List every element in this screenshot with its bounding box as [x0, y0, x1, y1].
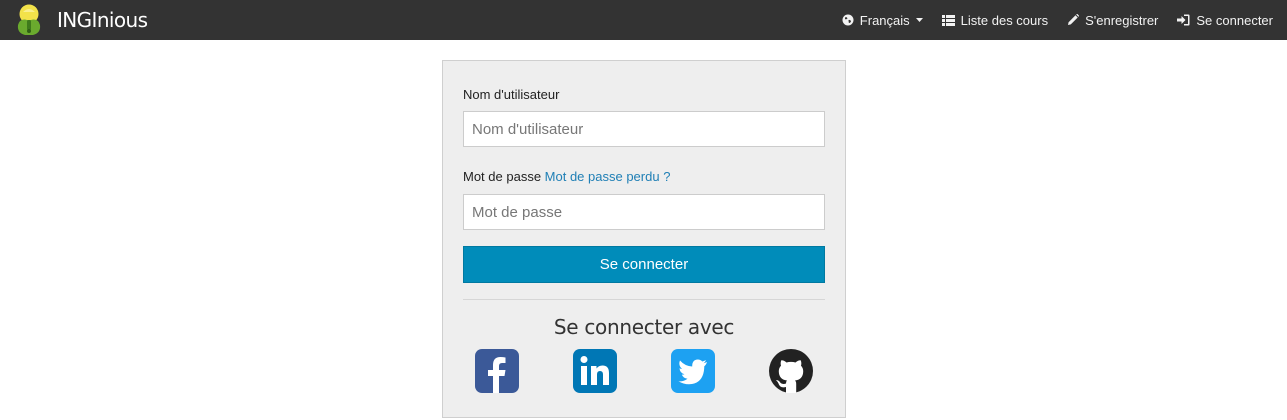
linkedin-login-button[interactable] — [572, 348, 618, 394]
login-submit-button[interactable]: Se connecter — [463, 246, 825, 283]
sign-in-icon — [1177, 14, 1190, 26]
language-label: Français — [859, 12, 910, 28]
nav-login[interactable]: Se connecter — [1177, 13, 1273, 28]
facebook-login-button[interactable] — [474, 348, 520, 394]
language-dropdown[interactable]: Français — [842, 13, 923, 28]
brand-link[interactable]: INGInious — [14, 0, 148, 40]
password-input[interactable] — [463, 194, 825, 230]
twitter-icon — [671, 349, 715, 393]
nav-course-list-label: Liste des cours — [960, 12, 1049, 28]
password-label-row: Mot de passe Mot de passe perdu ? — [463, 169, 670, 184]
caret-down-icon — [915, 18, 923, 22]
github-login-button[interactable] — [768, 348, 814, 394]
forgot-password-link[interactable]: Mot de passe perdu ? — [545, 169, 671, 184]
login-panel: Nom d'utilisateur Mot de passe Mot de pa… — [442, 60, 846, 418]
inginious-logo-icon — [17, 4, 41, 35]
brand-name: INGInious — [57, 8, 148, 32]
password-label: Mot de passe — [463, 169, 542, 184]
twitter-login-button[interactable] — [670, 348, 716, 394]
nav-register-label: S'enregistrer — [1085, 12, 1159, 28]
nav-register[interactable]: S'enregistrer — [1067, 13, 1158, 28]
facebook-icon — [475, 349, 519, 393]
globe-icon — [842, 14, 854, 26]
social-login-title: Se connecter avec — [553, 315, 735, 339]
nav-right: Français Liste des cours S'enregistrer S… — [823, 0, 1273, 40]
top-navbar: INGInious Français Liste des cours S'enr… — [0, 0, 1287, 40]
github-icon — [769, 349, 813, 393]
username-input[interactable] — [463, 111, 825, 147]
nav-course-list[interactable]: Liste des cours — [941, 12, 1049, 28]
list-icon — [941, 14, 955, 26]
username-label: Nom d'utilisateur — [463, 87, 560, 102]
linkedin-icon — [573, 349, 617, 393]
nav-login-label: Se connecter — [1196, 12, 1273, 28]
pencil-icon — [1068, 14, 1080, 25]
divider — [463, 299, 825, 300]
